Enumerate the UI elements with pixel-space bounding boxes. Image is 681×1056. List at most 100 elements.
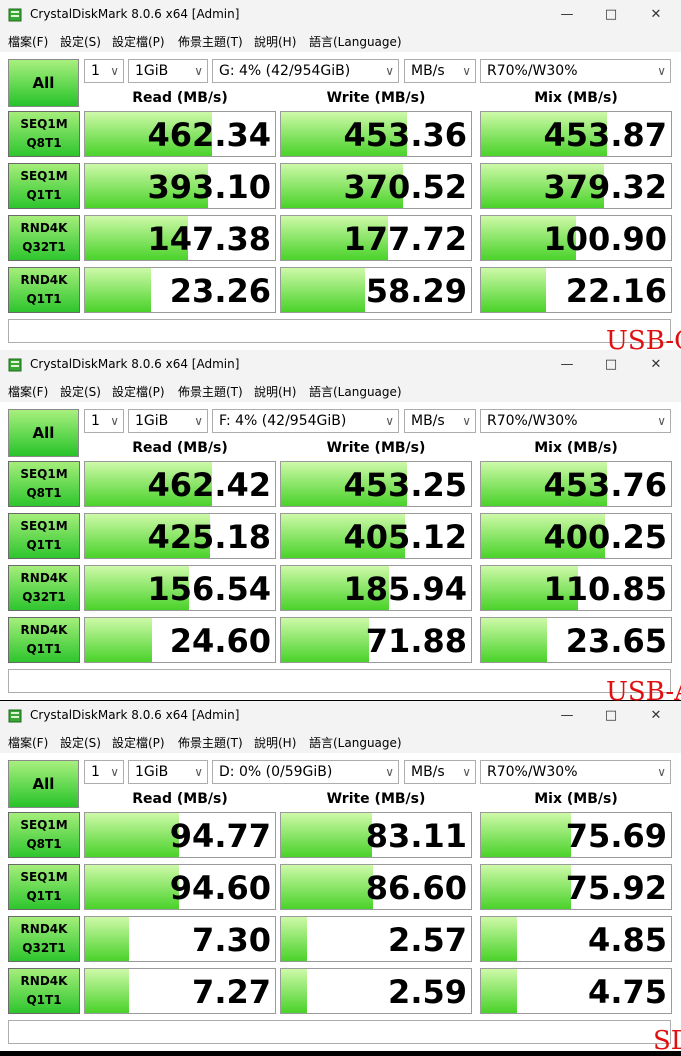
test-name: RND4K	[20, 571, 68, 585]
count-select[interactable]: 1 ∨	[84, 409, 124, 433]
maximize-icon[interactable]: □	[596, 5, 626, 25]
read-result-cell: 7.27	[84, 968, 276, 1014]
drive-select[interactable]: F: 4% (42/954GiB) ∨	[212, 409, 399, 433]
read-result-value: 147.38	[147, 220, 271, 258]
all-button[interactable]: All	[8, 760, 79, 808]
count-select[interactable]: 1 ∨	[84, 760, 124, 784]
test-name: SEQ1M	[20, 519, 68, 533]
count-value: 1	[91, 63, 100, 79]
mix-result-value: 75.69	[565, 817, 667, 855]
read-result-value: 94.60	[169, 869, 271, 907]
size-select[interactable]: 1GiB ∨	[128, 59, 208, 83]
menu-help[interactable]: 說明(H)	[254, 734, 296, 751]
read-result-bar	[85, 813, 179, 857]
mix-result-value: 453.87	[543, 116, 667, 154]
menu-theme[interactable]: 佈景主題(T)	[178, 33, 243, 50]
test-name: SEQ1M	[20, 818, 68, 832]
mix-result-value: 453.76	[543, 466, 667, 504]
write-result-bar	[281, 865, 373, 909]
mix-ratio-select[interactable]: R70%/W30% ∨	[480, 409, 671, 433]
test-button[interactable]: RND4K Q1T1	[8, 617, 80, 663]
count-select[interactable]: 1 ∨	[84, 59, 124, 83]
test-button[interactable]: RND4K Q32T1	[8, 215, 80, 261]
test-button[interactable]: RND4K Q1T1	[8, 968, 80, 1014]
menu-settings[interactable]: 設定(S)	[60, 33, 101, 50]
close-icon[interactable]: ✕	[641, 706, 671, 726]
comment-input[interactable]	[8, 319, 671, 343]
close-icon[interactable]: ✕	[641, 355, 671, 375]
menu-file[interactable]: 檔案(F)	[8, 33, 48, 50]
close-icon[interactable]: ✕	[641, 5, 671, 25]
size-select[interactable]: 1GiB ∨	[128, 409, 208, 433]
mix-result-cell: 110.85	[480, 565, 672, 611]
menu-theme[interactable]: 佈景主題(T)	[178, 383, 243, 400]
write-result-cell: 83.11	[280, 812, 472, 858]
test-button[interactable]: SEQ1M Q8T1	[8, 812, 80, 858]
mix-column-header: Mix (MB/s)	[534, 90, 618, 106]
test-name: RND4K	[20, 623, 68, 637]
chevron-down-icon: ∨	[110, 414, 119, 428]
test-button[interactable]: SEQ1M Q1T1	[8, 513, 80, 559]
test-button[interactable]: SEQ1M Q8T1	[8, 111, 80, 157]
chevron-down-icon: ∨	[385, 64, 394, 78]
test-params: Q32T1	[22, 590, 66, 604]
test-button[interactable]: SEQ1M Q1T1	[8, 864, 80, 910]
menu-profile[interactable]: 設定檔(P)	[112, 734, 165, 751]
unit-select[interactable]: MB/s ∨	[404, 59, 476, 83]
menu-bar: 檔案(F) 設定(S) 設定檔(P) 佈景主題(T) 說明(H) 語言(Lang…	[0, 30, 681, 52]
mix-ratio-select[interactable]: R70%/W30% ∨	[480, 760, 671, 784]
menu-settings[interactable]: 設定(S)	[60, 383, 101, 400]
menu-help[interactable]: 說明(H)	[254, 33, 296, 50]
read-column-header: Read (MB/s)	[132, 791, 228, 807]
benchmark-panel: All 1 ∨ 1GiB ∨ G: 4% (42/954GiB) ∨ MB/s ∨ R7…	[0, 52, 681, 350]
mix-ratio-select[interactable]: R70%/W30% ∨	[480, 59, 671, 83]
menu-file[interactable]: 檔案(F)	[8, 383, 48, 400]
menu-profile[interactable]: 設定檔(P)	[112, 33, 165, 50]
minimize-icon[interactable]: —	[552, 355, 582, 375]
read-result-value: 156.54	[147, 570, 271, 608]
menu-language[interactable]: 語言(Language)	[309, 734, 402, 751]
test-button[interactable]: SEQ1M Q8T1	[8, 461, 80, 507]
mix-result-cell: 379.32	[480, 163, 672, 209]
unit-select[interactable]: MB/s ∨	[404, 409, 476, 433]
menu-file[interactable]: 檔案(F)	[8, 734, 48, 751]
read-result-value: 393.10	[147, 168, 271, 206]
menu-settings[interactable]: 設定(S)	[60, 734, 101, 751]
all-button[interactable]: All	[8, 59, 79, 107]
drive-value: F: 4% (42/954GiB)	[219, 413, 347, 429]
test-button[interactable]: RND4K Q32T1	[8, 916, 80, 962]
test-button[interactable]: RND4K Q32T1	[8, 565, 80, 611]
test-name: RND4K	[20, 221, 68, 235]
mix-result-value: 4.75	[588, 973, 667, 1011]
menu-language[interactable]: 語言(Language)	[309, 383, 402, 400]
menu-help[interactable]: 說明(H)	[254, 383, 296, 400]
minimize-icon[interactable]: —	[552, 706, 582, 726]
unit-select[interactable]: MB/s ∨	[404, 760, 476, 784]
mix-result-value: 22.16	[565, 272, 667, 310]
test-button[interactable]: RND4K Q1T1	[8, 267, 80, 313]
size-select[interactable]: 1GiB ∨	[128, 760, 208, 784]
unit-value: MB/s	[411, 63, 445, 79]
write-result-cell: 71.88	[280, 617, 472, 663]
test-button[interactable]: SEQ1M Q1T1	[8, 163, 80, 209]
drive-select[interactable]: D: 0% (0/59GiB) ∨	[212, 760, 399, 784]
maximize-icon[interactable]: □	[596, 706, 626, 726]
menu-profile[interactable]: 設定檔(P)	[112, 383, 165, 400]
all-button[interactable]: All	[8, 409, 79, 457]
comment-input[interactable]	[8, 1020, 671, 1044]
drive-select[interactable]: G: 4% (42/954GiB) ∨	[212, 59, 399, 83]
test-name: SEQ1M	[20, 467, 68, 481]
chevron-down-icon: ∨	[110, 765, 119, 779]
maximize-icon[interactable]: □	[596, 355, 626, 375]
chevron-down-icon: ∨	[462, 414, 471, 428]
mix-ratio-value: R70%/W30%	[487, 764, 578, 780]
app-icon	[8, 358, 22, 372]
comment-input[interactable]	[8, 669, 671, 693]
minimize-icon[interactable]: —	[552, 5, 582, 25]
menu-theme[interactable]: 佈景主題(T)	[178, 734, 243, 751]
read-result-cell: 94.77	[84, 812, 276, 858]
mix-result-bar	[481, 618, 547, 662]
menu-language[interactable]: 語言(Language)	[309, 33, 402, 50]
test-name: RND4K	[20, 974, 68, 988]
mix-result-bar	[481, 865, 571, 909]
